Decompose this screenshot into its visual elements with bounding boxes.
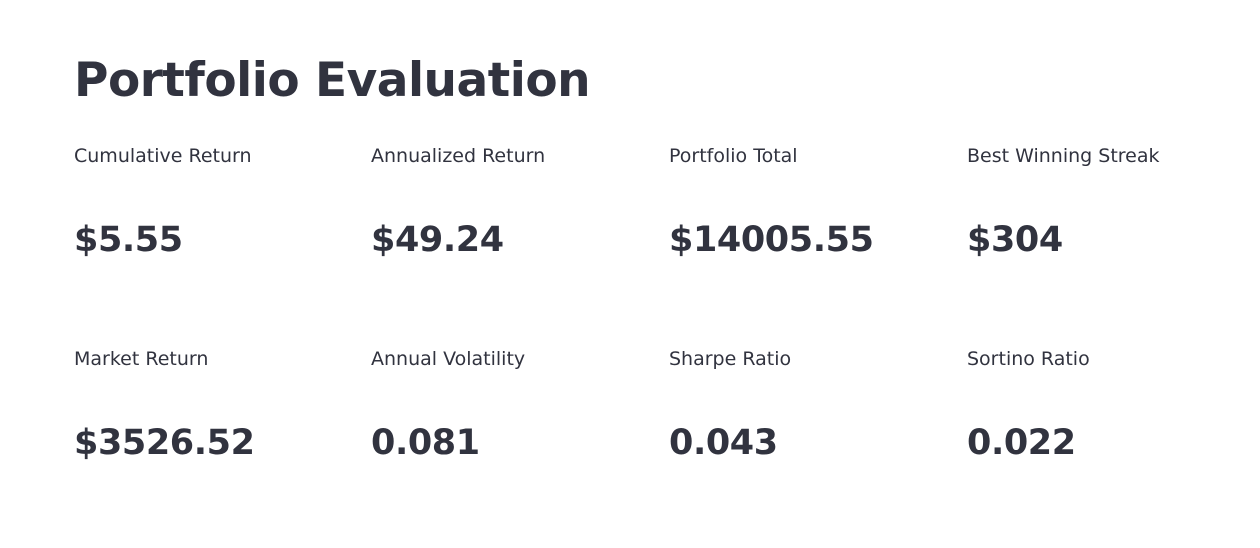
metric-best-winning-streak: Best Winning Streak $304 [967, 142, 1257, 262]
portfolio-evaluation-page: Portfolio Evaluation Cumulative Return $… [74, 0, 1204, 522]
metrics-row-2: Market Return $3526.52 Annual Volatility… [74, 345, 1260, 548]
metrics-row-1: Cumulative Return $5.55 Annualized Retur… [74, 142, 1260, 345]
metric-sharpe-ratio: Sharpe Ratio 0.043 [669, 345, 959, 465]
metric-value: 0.022 [967, 423, 1076, 463]
metric-cumulative-return: Cumulative Return $5.55 [74, 142, 364, 262]
metric-value: $3526.52 [74, 423, 255, 463]
metric-label: Best Winning Streak [967, 145, 1160, 167]
metric-value: $5.55 [74, 220, 183, 260]
metric-market-return: Market Return $3526.52 [74, 345, 364, 465]
metric-label: Sortino Ratio [967, 348, 1090, 370]
metric-sortino-ratio: Sortino Ratio 0.022 [967, 345, 1257, 465]
metric-value: 0.081 [371, 423, 480, 463]
metric-portfolio-total: Portfolio Total $14005.55 [669, 142, 959, 262]
metric-label: Annual Volatility [371, 348, 526, 370]
metric-label: Portfolio Total [669, 145, 798, 167]
metric-label: Cumulative Return [74, 145, 252, 167]
metrics-grid: Cumulative Return $5.55 Annualized Retur… [74, 142, 1260, 548]
metric-value: $14005.55 [669, 220, 874, 260]
metric-value: 0.043 [669, 423, 778, 463]
metric-label: Sharpe Ratio [669, 348, 792, 370]
metric-value: $49.24 [371, 220, 504, 260]
metric-annual-volatility: Annual Volatility 0.081 [371, 345, 661, 465]
page-title: Portfolio Evaluation [74, 53, 591, 108]
metric-annualized-return: Annualized Return $49.24 [371, 142, 661, 262]
metric-label: Annualized Return [371, 145, 546, 167]
metric-label: Market Return [74, 348, 209, 370]
metric-value: $304 [967, 220, 1063, 260]
